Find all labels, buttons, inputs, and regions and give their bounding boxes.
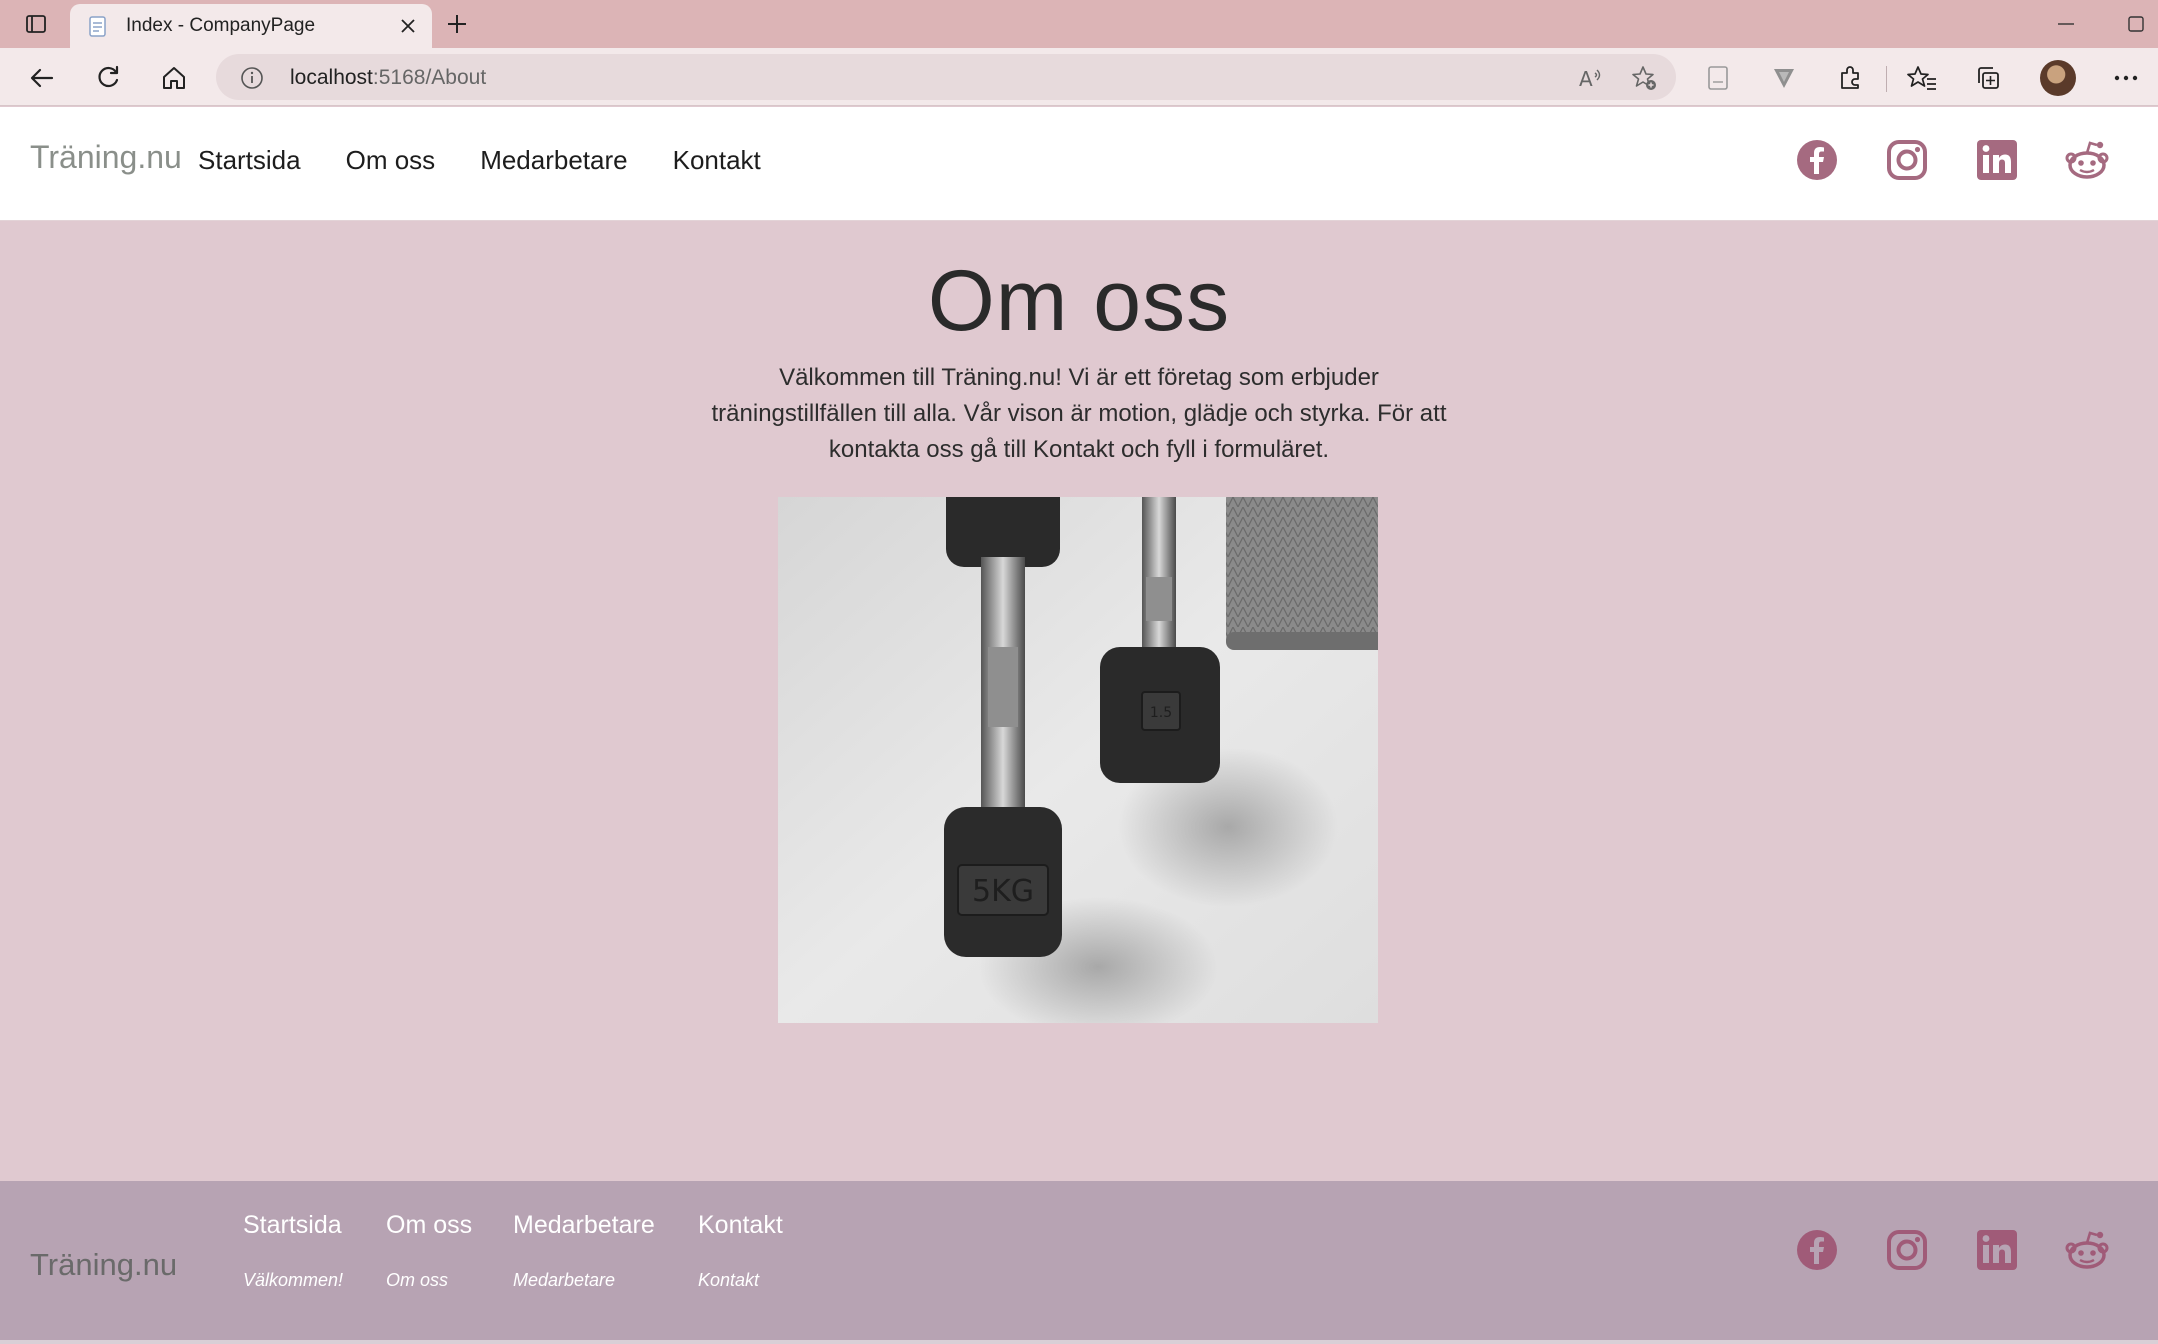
- footer-link-valkommen[interactable]: Välkommen!: [243, 1270, 343, 1291]
- weight-label-5kg: 5KG: [972, 874, 1034, 909]
- tab-actions-icon[interactable]: [22, 10, 50, 38]
- page-icon[interactable]: [1702, 62, 1734, 94]
- site-info-icon[interactable]: [240, 66, 264, 90]
- footer-linkedin-icon[interactable]: [1974, 1227, 2020, 1273]
- footer-reddit-icon[interactable]: [2064, 1227, 2110, 1273]
- weight-label-small: 1.5: [1150, 705, 1172, 721]
- add-favorite-icon[interactable]: [1630, 64, 1658, 92]
- profile-avatar[interactable]: [2040, 60, 2076, 96]
- nav-medarbetare[interactable]: Medarbetare: [480, 145, 627, 176]
- nav-kontakt[interactable]: Kontakt: [673, 145, 761, 176]
- url-host: localhost: [290, 66, 373, 89]
- footer-heading-startsida[interactable]: Startsida: [243, 1211, 343, 1240]
- page-favicon-icon: [88, 16, 108, 38]
- read-aloud-icon[interactable]: A: [1576, 64, 1604, 92]
- nav-startsida[interactable]: Startsida: [198, 145, 301, 176]
- url-text: localhost:5168/About: [290, 66, 486, 90]
- instagram-icon[interactable]: [1884, 137, 1930, 183]
- toolbar-divider: [1886, 66, 1887, 92]
- extension-v-icon[interactable]: [1768, 62, 1800, 94]
- tab-title: Index - CompanyPage: [126, 15, 316, 36]
- site-footer: Träning.nu Startsida Välkommen! Om oss O…: [0, 1181, 2158, 1344]
- back-arrow-icon[interactable]: [24, 60, 60, 96]
- footer-col-medarbetare: Medarbetare Medarbetare: [513, 1211, 655, 1291]
- browser-tab-bar: Index - CompanyPage: [0, 0, 2158, 48]
- browser-tab[interactable]: Index - CompanyPage: [70, 4, 432, 48]
- collections-icon[interactable]: [1972, 62, 2004, 94]
- page-title: Om oss: [927, 253, 1231, 349]
- linkedin-icon[interactable]: [1974, 137, 2020, 183]
- svg-text:A: A: [1579, 67, 1593, 91]
- facebook-icon[interactable]: [1794, 137, 1840, 183]
- main-nav: Startsida Om oss Medarbetare Kontakt: [198, 145, 761, 176]
- minimize-icon[interactable]: [2054, 12, 2078, 36]
- url-path: :5168/About: [372, 66, 487, 89]
- footer-col-kontakt: Kontakt Kontakt: [698, 1211, 783, 1291]
- footer-heading-medarbetare[interactable]: Medarbetare: [513, 1211, 655, 1240]
- footer-col-startsida: Startsida Välkommen!: [243, 1211, 343, 1291]
- footer-link-medarbetare[interactable]: Medarbetare: [513, 1270, 655, 1291]
- restore-icon[interactable]: [2124, 12, 2148, 36]
- footer-instagram-icon[interactable]: [1884, 1227, 1930, 1273]
- reload-icon[interactable]: [90, 60, 126, 96]
- extensions-puzzle-icon[interactable]: [1834, 62, 1866, 94]
- browser-toolbar: localhost:5168/About A: [0, 48, 2158, 106]
- footer-bottom-strip: [0, 1340, 2158, 1344]
- footer-brand[interactable]: Träning.nu: [30, 1247, 177, 1283]
- new-tab-icon[interactable]: [440, 8, 474, 40]
- close-tab-icon[interactable]: [396, 14, 420, 38]
- footer-heading-om-oss[interactable]: Om oss: [386, 1211, 472, 1240]
- dumbbells-image: 5KG 1.5: [778, 497, 1378, 1023]
- footer-link-kontakt[interactable]: Kontakt: [698, 1270, 783, 1291]
- footer-col-om-oss: Om oss Om oss: [386, 1211, 472, 1291]
- favorites-icon[interactable]: [1906, 62, 1938, 94]
- footer-link-om-oss[interactable]: Om oss: [386, 1270, 472, 1291]
- footer-heading-kontakt[interactable]: Kontakt: [698, 1211, 783, 1240]
- nav-om-oss[interactable]: Om oss: [346, 145, 436, 176]
- footer-facebook-icon[interactable]: [1794, 1227, 1840, 1273]
- reddit-icon[interactable]: [2064, 137, 2110, 183]
- more-options-icon[interactable]: [2110, 62, 2142, 94]
- site-header: Träning.nu Startsida Om oss Medarbetare …: [0, 107, 2158, 221]
- site-brand[interactable]: Träning.nu: [30, 139, 182, 176]
- address-bar[interactable]: localhost:5168/About A: [216, 54, 1676, 100]
- home-icon[interactable]: [156, 60, 192, 96]
- intro-text: Välkommen till Träning.nu! Vi är ett för…: [711, 364, 1447, 463]
